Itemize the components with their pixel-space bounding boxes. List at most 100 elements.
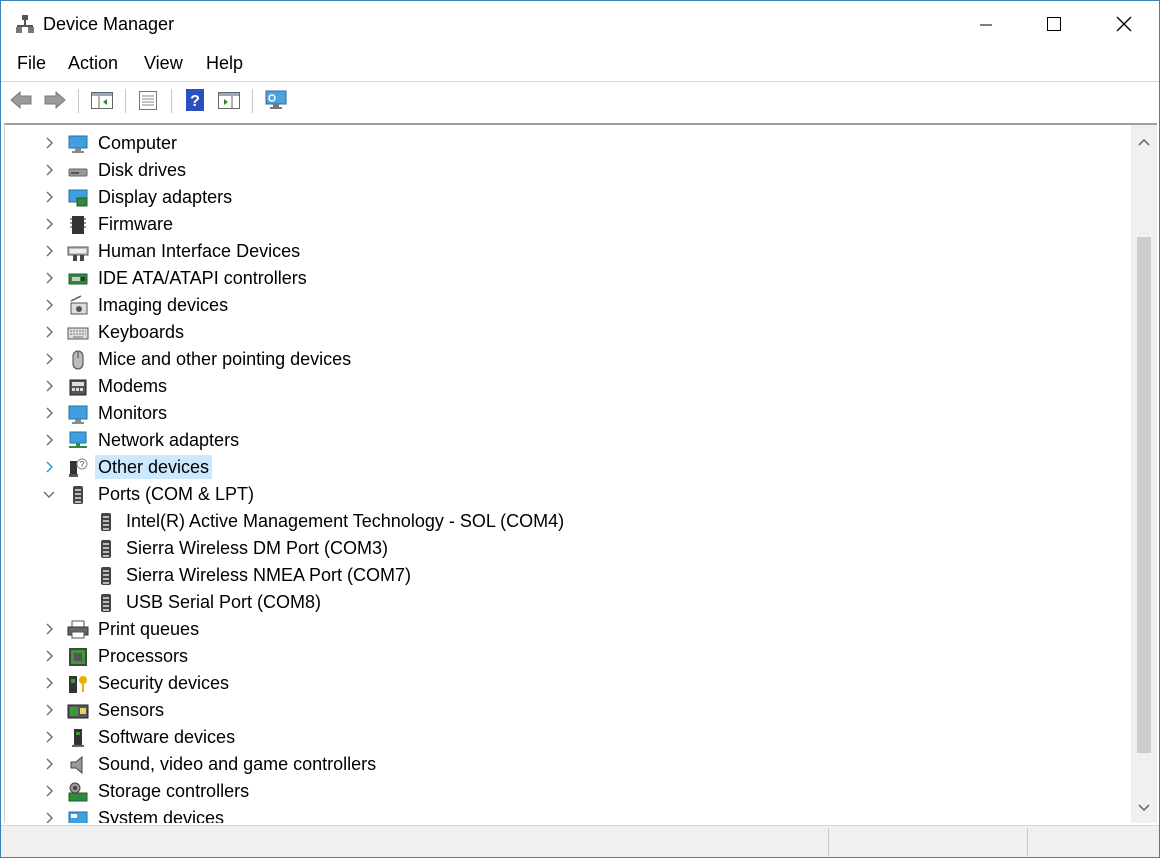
scan-monitor-icon xyxy=(265,90,287,109)
chevron-right-icon[interactable] xyxy=(41,135,57,151)
chevron-right-icon[interactable] xyxy=(41,432,57,448)
scroll-up-button[interactable] xyxy=(1131,129,1157,155)
chevron-right-icon[interactable] xyxy=(41,702,57,718)
scan-hardware-changes-button[interactable] xyxy=(263,87,289,113)
scrollbar-thumb[interactable] xyxy=(1137,237,1151,753)
tree-category[interactable]: Sensors xyxy=(5,697,1130,724)
tree-device[interactable]: USB Serial Port (COM8) xyxy=(5,589,1130,616)
tree-category[interactable]: Keyboards xyxy=(5,319,1130,346)
chevron-right-icon[interactable] xyxy=(41,351,57,367)
tree-item-label[interactable]: Processors xyxy=(95,644,191,668)
tree-category[interactable]: Sound, video and game controllers xyxy=(5,751,1130,778)
chevron-right-icon[interactable] xyxy=(41,216,57,232)
close-button[interactable] xyxy=(1101,1,1147,47)
vertical-scrollbar[interactable] xyxy=(1131,125,1157,823)
forward-button[interactable] xyxy=(42,87,68,113)
tree-category[interactable]: Print queues xyxy=(5,616,1130,643)
tree-item-label[interactable]: Human Interface Devices xyxy=(95,239,303,263)
chevron-right-icon[interactable] xyxy=(41,621,57,637)
tree-item-label[interactable]: Keyboards xyxy=(95,320,187,344)
menu-file[interactable]: File xyxy=(17,53,46,74)
tree-item-label[interactable]: Display adapters xyxy=(95,185,235,209)
chevron-right-icon[interactable] xyxy=(41,378,57,394)
port-icon xyxy=(73,486,83,504)
chevron-right-icon[interactable] xyxy=(41,162,57,178)
chevron-right-icon[interactable] xyxy=(41,297,57,313)
tree-item-label[interactable]: Modems xyxy=(95,374,170,398)
tree-category[interactable]: Network adapters xyxy=(5,427,1130,454)
tree-device[interactable]: Intel(R) Active Management Technology - … xyxy=(5,508,1130,535)
chevron-right-icon[interactable] xyxy=(41,756,57,772)
title-bar[interactable]: Device Manager xyxy=(1,1,1159,47)
tree-item-label[interactable]: Computer xyxy=(95,131,180,155)
tree-category[interactable]: Imaging devices xyxy=(5,292,1130,319)
chevron-right-icon[interactable] xyxy=(41,405,57,421)
tree-category[interactable]: ? Other devices xyxy=(5,454,1130,481)
tree-item-label[interactable]: System devices xyxy=(95,806,227,823)
tree-item-label[interactable]: Network adapters xyxy=(95,428,242,452)
chevron-down-icon[interactable] xyxy=(41,486,57,502)
tree-category[interactable]: Modems xyxy=(5,373,1130,400)
chevron-right-icon[interactable] xyxy=(41,675,57,691)
device-tree[interactable]: Computer Disk drives Display adapters Firmw… xyxy=(4,123,1157,823)
tree-item-label[interactable]: Imaging devices xyxy=(95,293,231,317)
menu-action[interactable]: Action xyxy=(68,53,118,74)
chevron-right-icon[interactable] xyxy=(41,648,57,664)
tree-category[interactable]: Software devices xyxy=(5,724,1130,751)
show-hide-console-tree-button[interactable] xyxy=(89,87,115,113)
tree-item-label[interactable]: Print queues xyxy=(95,617,202,641)
tree-item-label[interactable]: Sound, video and game controllers xyxy=(95,752,379,776)
tree-device[interactable]: Sierra Wireless DM Port (COM3) xyxy=(5,535,1130,562)
action-pane-button[interactable] xyxy=(216,87,242,113)
device-manager-window: Device Manager File Action View Help ? C… xyxy=(0,0,1160,858)
chevron-right-icon[interactable] xyxy=(41,810,57,823)
tree-category[interactable]: Firmware xyxy=(5,211,1130,238)
back-button[interactable] xyxy=(8,87,34,113)
tree-category[interactable]: Storage controllers xyxy=(5,778,1130,805)
chevron-right-icon[interactable] xyxy=(41,243,57,259)
tree-item-label[interactable]: Sierra Wireless DM Port (COM3) xyxy=(123,536,391,560)
tree-item-label[interactable]: Sensors xyxy=(95,698,167,722)
tree-device[interactable]: Sierra Wireless NMEA Port (COM7) xyxy=(5,562,1130,589)
tree-item-label[interactable]: Disk drives xyxy=(95,158,189,182)
close-icon xyxy=(1116,16,1132,32)
tree-category[interactable]: Security devices xyxy=(5,670,1130,697)
menu-bar: File Action View Help xyxy=(1,49,1159,79)
tree-category[interactable]: Mice and other pointing devices xyxy=(5,346,1130,373)
tree-item-label[interactable]: Firmware xyxy=(95,212,176,236)
chevron-right-icon[interactable] xyxy=(41,189,57,205)
tree-category[interactable]: Ports (COM & LPT) xyxy=(5,481,1130,508)
tree-category[interactable]: Human Interface Devices xyxy=(5,238,1130,265)
tree-category[interactable]: System devices xyxy=(5,805,1130,823)
chevron-right-icon[interactable] xyxy=(41,729,57,745)
chevron-right-icon[interactable] xyxy=(41,270,57,286)
scroll-down-button[interactable] xyxy=(1131,795,1157,821)
properties-button[interactable] xyxy=(135,87,161,113)
tree-item-label[interactable]: USB Serial Port (COM8) xyxy=(123,590,324,614)
tree-item-label[interactable]: Monitors xyxy=(95,401,170,425)
tree-category[interactable]: Monitors xyxy=(5,400,1130,427)
maximize-button[interactable] xyxy=(1031,1,1077,47)
chevron-right-icon[interactable] xyxy=(41,324,57,340)
tree-item-label[interactable]: Software devices xyxy=(95,725,238,749)
tree-category[interactable]: IDE ATA/ATAPI controllers xyxy=(5,265,1130,292)
tree-item-label[interactable]: IDE ATA/ATAPI controllers xyxy=(95,266,310,290)
help-button[interactable]: ? xyxy=(182,87,208,113)
tree-category[interactable]: Disk drives xyxy=(5,157,1130,184)
tree-item-label[interactable]: Ports (COM & LPT) xyxy=(95,482,257,506)
chevron-right-icon[interactable] xyxy=(41,459,57,475)
tree-category[interactable]: Computer xyxy=(5,130,1130,157)
menu-help[interactable]: Help xyxy=(206,53,243,74)
tree-item-label[interactable]: Sierra Wireless NMEA Port (COM7) xyxy=(123,563,414,587)
tree-item-label[interactable]: Storage controllers xyxy=(95,779,252,803)
minimize-button[interactable] xyxy=(963,1,1009,47)
tree-item-label[interactable]: Mice and other pointing devices xyxy=(95,347,354,371)
tree-category[interactable]: Processors xyxy=(5,643,1130,670)
chevron-right-icon[interactable] xyxy=(41,783,57,799)
tree-item-label[interactable]: Intel(R) Active Management Technology - … xyxy=(123,509,567,533)
device-manager-app-icon xyxy=(16,15,34,33)
menu-view[interactable]: View xyxy=(144,53,183,74)
tree-item-label[interactable]: Security devices xyxy=(95,671,232,695)
tree-category[interactable]: Display adapters xyxy=(5,184,1130,211)
tree-item-label[interactable]: Other devices xyxy=(95,455,213,479)
